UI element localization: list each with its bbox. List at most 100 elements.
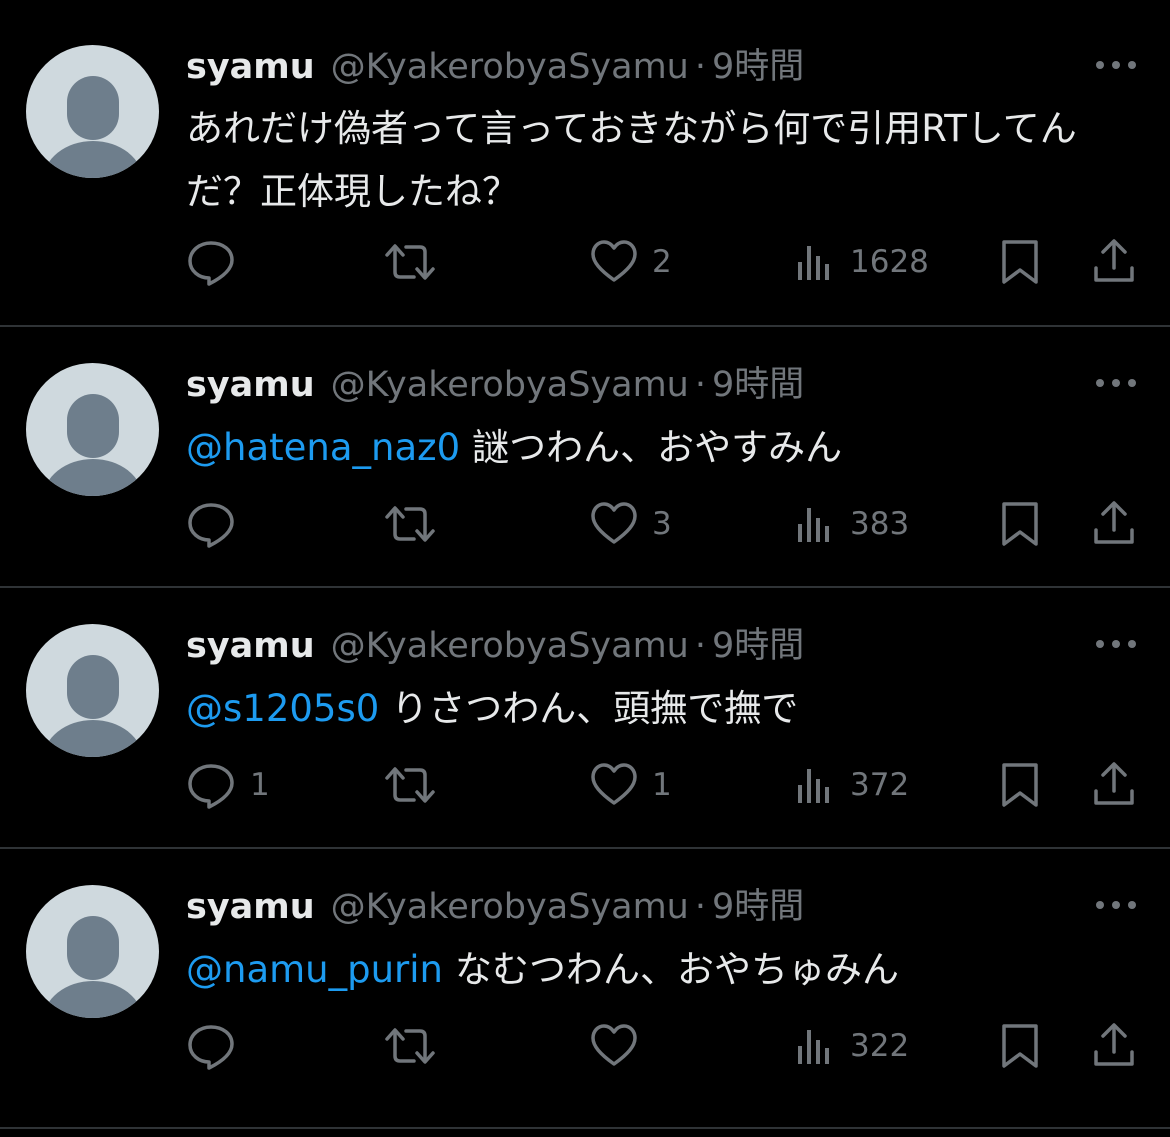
views-icon <box>798 769 829 803</box>
tweet-actions: 1 1 372 <box>186 759 1146 811</box>
default-avatar-icon[interactable] <box>26 624 159 757</box>
retweet-icon <box>385 1028 435 1064</box>
user-handle[interactable]: @KyakerobyaSyamu <box>331 45 689 89</box>
tweet-body: りさつわん、頭撫で撫で <box>391 687 799 730</box>
bookmark-icon <box>1002 763 1038 807</box>
default-avatar-icon[interactable] <box>26 885 159 1018</box>
bookmark-icon <box>1002 502 1038 546</box>
tweet-text: @namu_purin なむつわん、おやちゅみん <box>186 938 1136 1001</box>
tweet-body: なむつわん、おやちゅみん <box>455 948 899 991</box>
reply-button[interactable] <box>186 236 250 288</box>
tweet-text: @s1205s0 りさつわん、頭撫で撫で <box>186 677 1136 740</box>
retweet-icon <box>385 506 435 542</box>
reply-icon <box>188 503 234 548</box>
like-button[interactable]: 1 <box>590 759 672 811</box>
view-count: 372 <box>850 767 910 803</box>
timestamp[interactable]: 9時間 <box>712 45 804 89</box>
views-button[interactable]: 383 <box>796 498 909 550</box>
retweet-button[interactable] <box>382 236 452 288</box>
like-icon <box>591 1024 637 1066</box>
bookmark-icon <box>1002 1024 1038 1068</box>
like-button[interactable]: 2 <box>590 236 672 288</box>
tweet-body: 謎つわん、おやすみん <box>472 426 843 469</box>
reply-icon <box>188 764 234 809</box>
timestamp[interactable]: 9時間 <box>712 363 804 407</box>
like-count: 2 <box>652 244 672 280</box>
tweet-body: あれだけ偽者って言っておきながら何で引用RTしてんだ？正体現したね？ <box>186 107 1077 213</box>
user-handle[interactable]: @KyakerobyaSyamu <box>331 885 689 929</box>
display-name[interactable]: syamu <box>186 885 315 929</box>
share-icon <box>1094 239 1134 282</box>
like-button[interactable] <box>590 1020 652 1072</box>
user-handle[interactable]: @KyakerobyaSyamu <box>331 363 689 407</box>
tweet-actions: 3 383 <box>186 498 1146 550</box>
display-name[interactable]: syamu <box>186 45 315 89</box>
retweet-icon <box>385 767 435 803</box>
reply-icon <box>188 241 234 286</box>
share-button[interactable] <box>1090 236 1138 288</box>
views-button[interactable]: 372 <box>796 759 909 811</box>
tweet-actions: 322 <box>186 1020 1146 1072</box>
retweet-button[interactable] <box>382 759 452 811</box>
tweet[interactable]: syamu @KyakerobyaSyamu · 9時間 @s1205s0 りさつ… <box>0 588 1170 849</box>
more-icon[interactable] <box>1096 377 1136 389</box>
view-count: 322 <box>850 1028 910 1064</box>
mention-link[interactable]: @namu_purin <box>186 948 443 991</box>
views-button[interactable]: 322 <box>796 1020 909 1072</box>
tweet[interactable]: syamu @KyakerobyaSyamu · 9時間 @hatena_naz… <box>0 327 1170 588</box>
default-avatar-icon[interactable] <box>26 363 159 496</box>
like-icon <box>591 240 637 282</box>
share-button[interactable] <box>1090 759 1138 811</box>
reply-count: 1 <box>250 767 270 803</box>
separator: · <box>694 626 706 666</box>
timestamp[interactable]: 9時間 <box>712 624 804 668</box>
bookmark-button[interactable] <box>998 1020 1042 1072</box>
separator: · <box>694 887 706 927</box>
like-button[interactable]: 3 <box>590 498 672 550</box>
timestamp[interactable]: 9時間 <box>712 885 804 929</box>
retweet-button[interactable] <box>382 1020 452 1072</box>
more-icon[interactable] <box>1096 638 1136 650</box>
mention-link[interactable]: @hatena_naz0 <box>186 426 460 469</box>
like-icon <box>591 763 637 805</box>
default-avatar-icon[interactable] <box>26 45 159 178</box>
tweet-actions: 2 1628 <box>186 236 1146 288</box>
display-name[interactable]: syamu <box>186 624 315 668</box>
like-icon <box>591 502 637 544</box>
views-icon <box>798 246 829 280</box>
reply-button[interactable]: 1 <box>186 759 270 811</box>
tweet[interactable]: syamu @KyakerobyaSyamu · 9時間 あれだけ偽者って言って… <box>0 0 1170 327</box>
tweet[interactable]: syamu @KyakerobyaSyamu · 9時間 @namu_purin… <box>0 849 1170 1129</box>
retweet-button[interactable] <box>382 498 452 550</box>
user-handle[interactable]: @KyakerobyaSyamu <box>331 624 689 668</box>
more-icon[interactable] <box>1096 59 1136 71</box>
bookmark-button[interactable] <box>998 759 1042 811</box>
mention-link[interactable]: @s1205s0 <box>186 687 379 730</box>
share-icon <box>1094 762 1134 805</box>
tweet-header: syamu @KyakerobyaSyamu · 9時間 <box>186 624 804 668</box>
view-count: 1628 <box>850 244 929 280</box>
view-count: 383 <box>850 506 910 542</box>
bookmark-button[interactable] <box>998 498 1042 550</box>
share-button[interactable] <box>1090 498 1138 550</box>
views-icon <box>798 1030 829 1064</box>
share-button[interactable] <box>1090 1020 1138 1072</box>
tweet-header: syamu @KyakerobyaSyamu · 9時間 <box>186 885 804 929</box>
reply-button[interactable] <box>186 498 250 550</box>
share-icon <box>1094 501 1134 544</box>
more-icon[interactable] <box>1096 899 1136 911</box>
views-button[interactable]: 1628 <box>796 236 929 288</box>
like-count: 1 <box>652 767 672 803</box>
views-icon <box>798 508 829 542</box>
separator: · <box>694 47 706 87</box>
separator: · <box>694 365 706 405</box>
bookmark-icon <box>1002 240 1038 284</box>
display-name[interactable]: syamu <box>186 363 315 407</box>
retweet-icon <box>385 244 435 280</box>
reply-icon <box>188 1025 234 1070</box>
share-icon <box>1094 1023 1134 1066</box>
tweet-header: syamu @KyakerobyaSyamu · 9時間 <box>186 363 804 407</box>
bookmark-button[interactable] <box>998 236 1042 288</box>
reply-button[interactable] <box>186 1020 250 1072</box>
tweet-text: あれだけ偽者って言っておきながら何で引用RTしてんだ？正体現したね？ <box>186 97 1136 223</box>
